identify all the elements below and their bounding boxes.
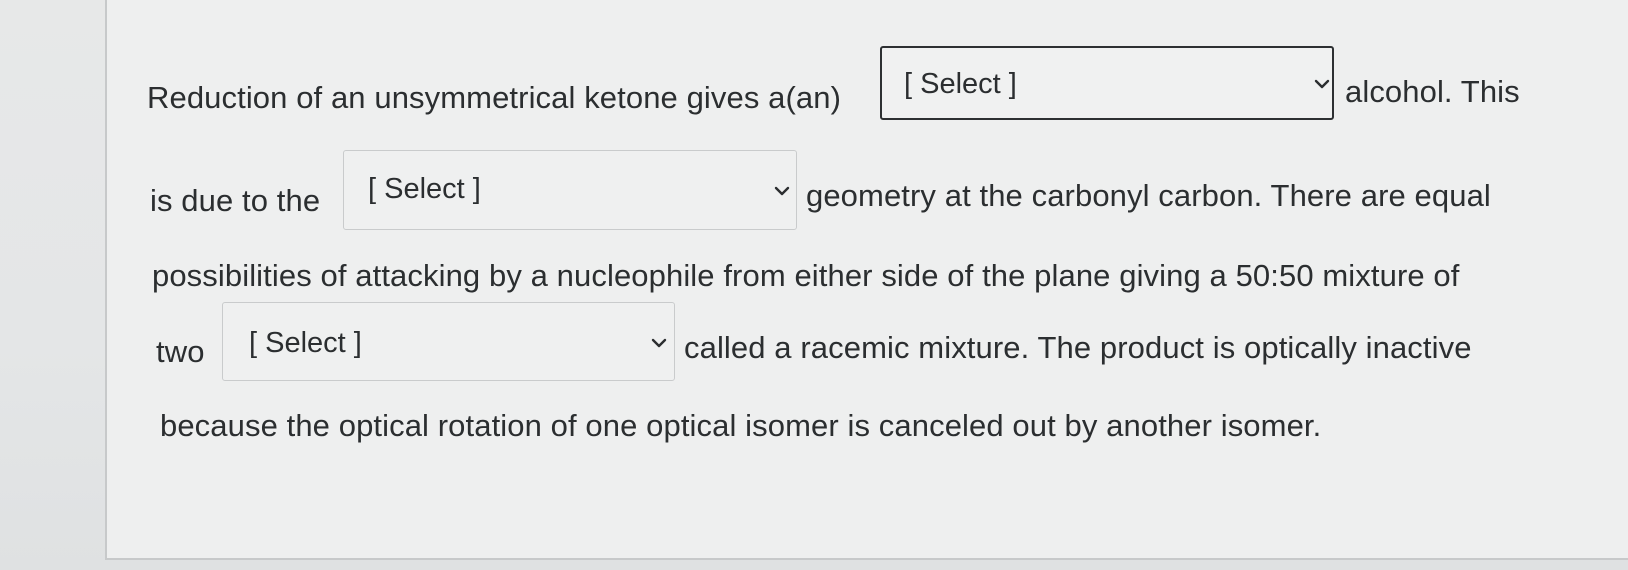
chevron-down-icon (651, 337, 673, 353)
dropdown-3[interactable]: [ Select ] (222, 302, 675, 381)
question-text-line4-after: called a racemic mixture. The product is… (684, 330, 1472, 365)
chevron-down-icon (774, 185, 796, 201)
question-text-line5: because the optical rotation of one opti… (160, 408, 1322, 443)
dropdown-1-value: [ Select ] (904, 68, 1017, 100)
question-text-line4-before: two (156, 334, 205, 369)
question-text-line1-after: alcohol. This (1345, 74, 1520, 109)
dropdown-2-value: [ Select ] (368, 173, 481, 205)
chevron-down-icon (1314, 78, 1336, 94)
dropdown-1[interactable]: [ Select ] (880, 46, 1334, 120)
dropdown-3-value: [ Select ] (249, 327, 362, 359)
question-text-line2-after: geometry at the carbonyl carbon. There a… (806, 178, 1491, 213)
question-text-line1-before: Reduction of an unsymmetrical ketone giv… (147, 80, 842, 115)
dropdown-2[interactable]: [ Select ] (343, 150, 797, 230)
question-text-line3: possibilities of attacking by a nucleoph… (152, 258, 1460, 293)
question-text-line2-before: is due to the (150, 183, 321, 218)
page: Reduction of an unsymmetrical ketone giv… (0, 0, 1628, 570)
